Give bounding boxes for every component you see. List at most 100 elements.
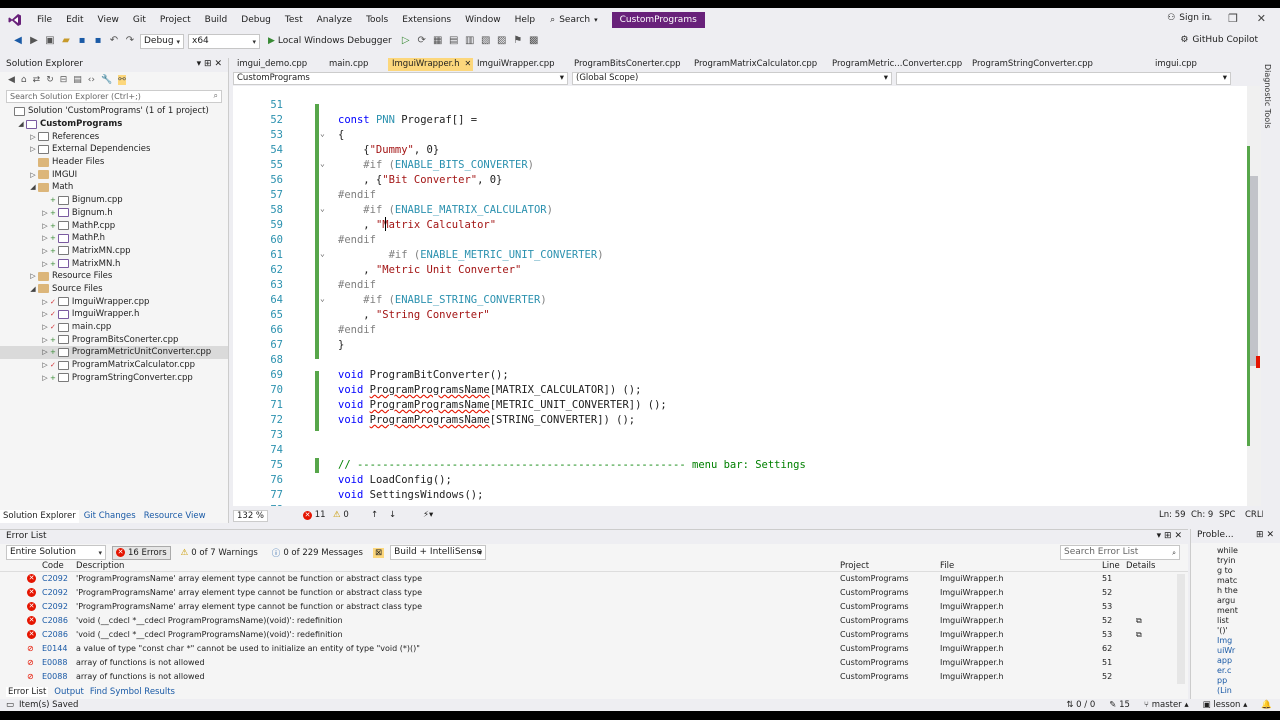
error-row[interactable]: ✕ C2086 'void (__cdecl *__cdecl ProgramPro… [0, 628, 1188, 642]
tree-item[interactable]: ▷ IMGUI [0, 168, 228, 181]
editor-scrollbar[interactable] [1247, 86, 1261, 506]
undo-icon[interactable]: ↶ [108, 35, 120, 47]
cleanup-icon[interactable]: ⚡▾ [423, 510, 433, 520]
tree-item[interactable]: + Bignum.cpp [0, 194, 228, 207]
tree-item[interactable]: ▷ ✓ main.cpp [0, 321, 228, 334]
pin-icon[interactable]: ⊞ [1164, 531, 1172, 541]
error-code[interactable]: E0144 [42, 644, 67, 653]
code-text[interactable]: void ProgramProgramsName[STRING_CONVERTE… [338, 414, 635, 426]
preview-icon[interactable]: ⚯ [118, 75, 126, 85]
document-tab[interactable]: imgui_demo.cpp [233, 58, 325, 71]
toolbar-icon-1[interactable]: ▦ [432, 35, 444, 47]
expander-icon[interactable]: ▷ [40, 323, 50, 331]
document-tab[interactable]: ProgramMatrixCalculator.cpp [690, 58, 828, 71]
code-view-icon[interactable]: ‹› [88, 75, 95, 85]
dropdown-icon[interactable]: ▾ [197, 59, 202, 69]
pin-icon[interactable]: ⊞ [204, 59, 212, 69]
code-text[interactable]: , "String Converter" [338, 309, 489, 321]
code-text[interactable]: , "Matrix Calculator" [338, 219, 496, 231]
git-changes[interactable]: ✎ 15 [1109, 700, 1130, 710]
nav-up-icon[interactable]: ↑ [371, 510, 378, 520]
error-row[interactable]: ⊘ E0144 a value of type "const char *" can… [0, 642, 1188, 656]
save-icon[interactable]: ▪ [76, 35, 88, 47]
expander-icon[interactable]: ▷ [40, 361, 50, 369]
run-debugger-button[interactable]: ▶ Local Windows Debugger [264, 36, 396, 46]
error-row[interactable]: ✕ C2086 'void (__cdecl *__cdecl ProgramPro… [0, 614, 1188, 628]
warnings-filter-button[interactable]: ⚠ 0 of 7 Warnings [177, 546, 262, 560]
tree-item[interactable]: Solution 'CustomPrograms' (1 of 1 projec… [0, 105, 228, 118]
tree-item[interactable]: Header Files [0, 156, 228, 169]
zoom-level[interactable]: 132 % [233, 510, 269, 522]
error-row[interactable]: ✕ C2092 'ProgramProgramsName' array elemen… [0, 586, 1188, 600]
code-text[interactable]: { [338, 129, 344, 141]
problem-details-link[interactable]: app [1217, 656, 1280, 666]
error-code[interactable]: E0088 [42, 672, 67, 681]
code-text[interactable]: #if (ENABLE_MATRIX_CALCULATOR) [338, 204, 553, 216]
menu-extensions[interactable]: Extensions [395, 15, 458, 25]
tree-item[interactable]: ▷ Resource Files [0, 270, 228, 283]
tree-item[interactable]: ▷ + MatrixMN.cpp [0, 245, 228, 258]
expander-icon[interactable]: ▷ [40, 260, 50, 268]
document-tab[interactable]: ProgramMetric...Converter.cpp [828, 58, 968, 71]
code-text[interactable]: const PNN Progeraf[] = [338, 114, 477, 126]
toolbar-icon-5[interactable]: ▨ [496, 35, 508, 47]
tab-solution-explorer[interactable]: Solution Explorer [0, 510, 79, 523]
error-code[interactable]: C2092 [42, 574, 68, 583]
document-tab[interactable]: ImguiWrapper.cpp [473, 58, 570, 71]
expander-icon[interactable]: ▷ [28, 272, 38, 280]
menu-build[interactable]: Build [198, 15, 235, 25]
tab-find-symbol-results[interactable]: Find Symbol Results [90, 687, 175, 697]
close-tab-icon[interactable]: ✕ [464, 59, 471, 68]
nav-project-select[interactable]: CustomPrograms ▾ [233, 72, 568, 85]
menu-file[interactable]: File [30, 15, 59, 25]
save-all-icon[interactable]: ▪ [92, 35, 104, 47]
collapse-all-icon[interactable]: ⊟ [60, 75, 68, 85]
toolbar-icon-4[interactable]: ▧ [480, 35, 492, 47]
problem-details-link[interactable]: (Lin [1217, 686, 1280, 696]
error-row[interactable]: ✕ C2092 'ProgramProgramsName' array elemen… [0, 600, 1188, 614]
tree-item[interactable]: ▷ + Bignum.h [0, 207, 228, 220]
tree-item[interactable]: ▷ ✓ ProgramMatrixCalculator.cpp [0, 359, 228, 372]
details-icon[interactable]: ⧉ [1136, 616, 1142, 626]
nav-down-icon[interactable]: ↓ [389, 510, 396, 520]
notifications-icon[interactable]: 🔔 [1261, 700, 1272, 710]
code-text[interactable]: void ProgramProgramsName[MATRIX_CALCULAT… [338, 384, 641, 396]
code-text[interactable]: , "Metric Unit Converter" [338, 264, 521, 276]
menu-debug[interactable]: Debug [234, 15, 278, 25]
hot-reload-icon[interactable]: ⟳ [416, 35, 428, 47]
document-tab[interactable]: imgui.cpp [1151, 58, 1207, 71]
toolbar-icon-2[interactable]: ▤ [448, 35, 460, 47]
menu-project[interactable]: Project [153, 15, 198, 25]
menu-test[interactable]: Test [278, 15, 310, 25]
error-code[interactable]: C2086 [42, 616, 68, 625]
config-select[interactable]: Debug ▾ [140, 33, 184, 49]
error-code[interactable]: C2086 [42, 630, 68, 639]
git-nav[interactable]: ⇅ 0 / 0 [1066, 700, 1095, 710]
sign-in-button[interactable]: ⚇ Sign in [1167, 13, 1210, 23]
col-description[interactable]: Description [76, 561, 124, 571]
dropdown-icon[interactable]: ▾ [1157, 531, 1162, 541]
tree-item[interactable]: ▷ + ProgramStringConverter.cpp [0, 371, 228, 384]
close-icon[interactable]: ✕ [214, 59, 222, 69]
warning-count-badge[interactable]: ⚠ 0 [333, 510, 349, 520]
toolbar-icon-6[interactable]: ▩ [528, 35, 540, 47]
fold-toggle-icon[interactable]: ⌄ [320, 129, 325, 138]
new-project-icon[interactable]: ▣ [44, 35, 56, 47]
sync-icon[interactable]: ⇄ [33, 75, 41, 85]
code-text[interactable]: #endif [338, 189, 376, 201]
home-icon[interactable]: ⌂ [21, 75, 27, 85]
fold-toggle-icon[interactable]: ⌄ [320, 204, 325, 213]
code-text[interactable]: void ProgramProgramsName[METRIC_UNIT_CON… [338, 399, 667, 411]
expander-icon[interactable]: ▷ [28, 145, 38, 153]
menu-edit[interactable]: Edit [59, 15, 90, 25]
error-row[interactable]: ⊘ E0088 array of functions is not allowed C… [0, 656, 1188, 670]
error-row[interactable]: ✕ C2092 'ProgramProgramsName' array elemen… [0, 572, 1188, 586]
expander-icon[interactable]: ◢ [28, 285, 38, 293]
document-tab[interactable]: ProgramStringConverter.cpp [968, 58, 1093, 71]
menu-search[interactable]: ⌕ Search ▾ [542, 15, 605, 25]
code-text[interactable]: #endif [338, 234, 376, 246]
tree-item[interactable]: ▷ + MathP.h [0, 232, 228, 245]
close-icon[interactable]: ✕ [1266, 530, 1274, 540]
minimize-icon[interactable]: – [1207, 12, 1213, 25]
expander-icon[interactable]: ▷ [40, 348, 50, 356]
